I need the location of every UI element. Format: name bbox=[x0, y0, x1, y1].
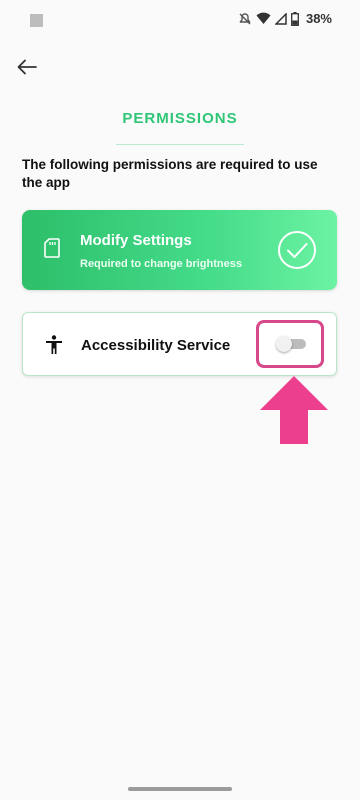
toggle-thumb bbox=[276, 336, 292, 352]
status-icons: 38% bbox=[238, 11, 332, 26]
mute-icon bbox=[238, 12, 252, 26]
battery-percent: 38% bbox=[305, 11, 332, 26]
notification-placeholder-icon bbox=[30, 14, 43, 27]
page-title: PERMISSIONS bbox=[122, 110, 238, 127]
battery-icon bbox=[291, 11, 299, 26]
accessibility-toggle-switch[interactable] bbox=[276, 336, 306, 352]
arrow-up-icon bbox=[258, 374, 330, 451]
wifi-icon bbox=[256, 12, 271, 25]
arrow-left-icon bbox=[17, 59, 37, 75]
permission-card-modify-settings[interactable]: Modify Settings Required to change brigh… bbox=[22, 210, 337, 290]
permission-title: Accessibility Service bbox=[81, 337, 231, 354]
sd-card-icon bbox=[44, 238, 60, 263]
title-underline bbox=[116, 144, 244, 145]
intro-text: The following permissions are required t… bbox=[22, 157, 318, 190]
signal-icon bbox=[274, 12, 287, 25]
check-circle-icon bbox=[277, 230, 317, 275]
status-bar: 38% bbox=[0, 0, 360, 40]
permission-subtitle: Required to change brightness bbox=[80, 258, 242, 270]
permission-title: Modify Settings bbox=[80, 232, 192, 249]
back-button[interactable] bbox=[14, 54, 40, 80]
home-indicator[interactable] bbox=[128, 787, 232, 791]
accessibility-icon bbox=[45, 335, 63, 360]
